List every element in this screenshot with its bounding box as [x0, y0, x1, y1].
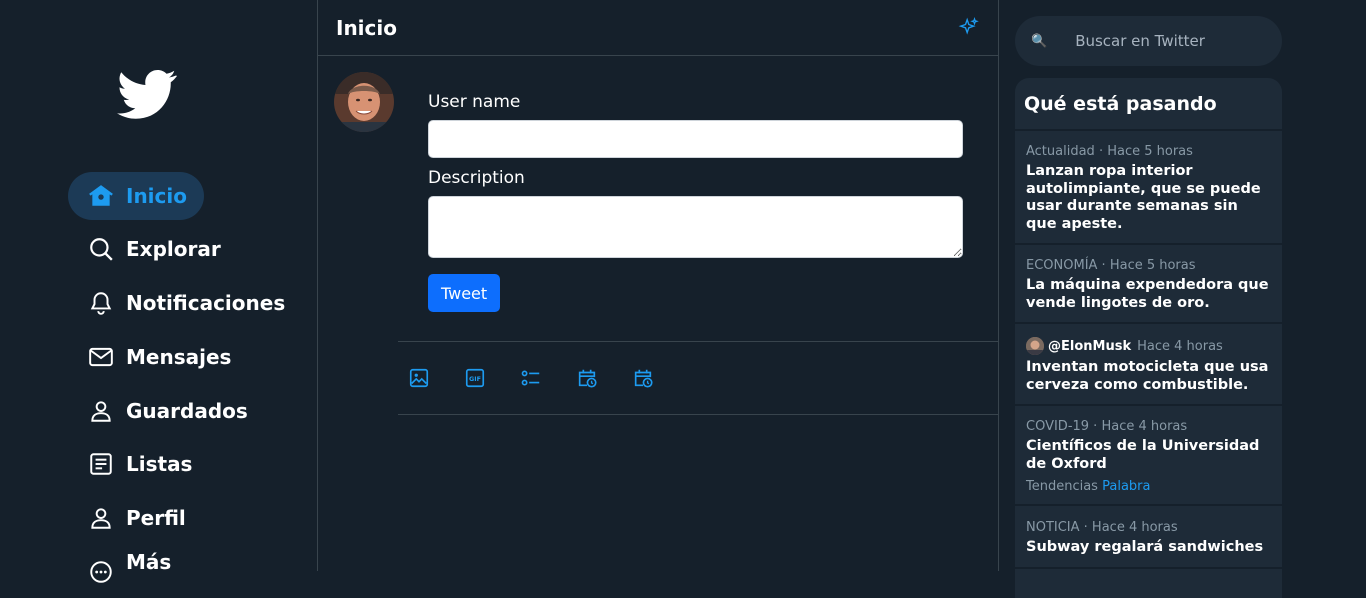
trend-meta: Hace 4 horas	[1137, 338, 1223, 354]
main-header: Inicio	[318, 0, 998, 56]
avatar[interactable]	[334, 72, 394, 132]
trend-meta: ECONOMÍA · Hace 5 horas	[1026, 258, 1196, 273]
svg-text:GIF: GIF	[469, 375, 481, 383]
sidebar-item-label: Notificaciones	[126, 291, 286, 315]
username-input[interactable]	[428, 120, 963, 158]
sidebar-item-listas[interactable]: Listas	[68, 440, 212, 488]
description-label: Description	[428, 168, 525, 188]
sidebar-item-label: Más	[126, 550, 172, 574]
sidebar-item-mas[interactable]: Más	[68, 548, 191, 596]
sidebar-item-label: Inicio	[126, 184, 187, 208]
sidebar-item-inicio[interactable]: Inicio	[68, 172, 204, 220]
search-input[interactable]	[1073, 31, 1268, 51]
list-icon	[88, 451, 114, 477]
trend-meta: Actualidad · Hace 5 horas	[1026, 144, 1193, 159]
person-icon	[88, 398, 114, 424]
sparkle-icon[interactable]	[958, 16, 980, 39]
sidebar-item-label: Listas	[126, 452, 193, 476]
trend-meta: COVID-19 · Hace 4 horas	[1026, 419, 1188, 434]
trend-title: Inventan motocicleta que usa cerveza com…	[1026, 359, 1269, 393]
trend-meta-row: @ElonMusk Hace 4 horas	[1026, 337, 1271, 355]
schedule-icon[interactable]	[576, 367, 598, 389]
trend-item[interactable]: @ElonMusk Hace 4 horas Inventan motocicl…	[1015, 324, 1282, 406]
trend-tag: Tendencias Palabra	[1026, 479, 1271, 494]
trend-item[interactable]: COVID-19 · Hace 4 horas Científicos de l…	[1015, 406, 1282, 506]
mail-icon	[88, 344, 114, 370]
trend-tag-link[interactable]: Palabra	[1102, 479, 1150, 494]
sidebar-item-label: Explorar	[126, 237, 221, 261]
main-column: Inicio User name Description Tweet GIF	[318, 0, 999, 571]
trend-title: Lanzan ropa interior autolimpiante, que …	[1026, 163, 1261, 232]
search-icon	[88, 236, 114, 262]
poll-icon[interactable]	[520, 367, 542, 389]
tweet-form: User name Description Tweet	[428, 92, 963, 312]
trends-title: Qué está pasando	[1015, 78, 1282, 131]
username-label: User name	[428, 92, 521, 112]
sidebar-item-label: Mensajes	[126, 345, 232, 369]
sidebar-item-perfil[interactable]: Perfil	[68, 494, 206, 542]
trend-item[interactable]: Actualidad · Hace 5 horas Lanzan ropa in…	[1015, 131, 1282, 245]
sidebar-item-label: Guardados	[126, 399, 248, 423]
page-title: Inicio	[336, 15, 397, 40]
bell-icon	[88, 290, 114, 316]
avatar	[1026, 337, 1044, 355]
gif-icon[interactable]: GIF	[464, 367, 486, 389]
sidebar-item-label: Perfil	[126, 506, 186, 530]
more-icon	[88, 559, 114, 585]
schedule-icon[interactable]	[632, 367, 654, 389]
trend-title: Subway regalará sandwiches	[1026, 539, 1264, 555]
trend-title: La máquina expendedora que vende lingote…	[1026, 277, 1269, 311]
tweet-button[interactable]: Tweet	[428, 274, 501, 312]
twitter-logo-icon[interactable]	[110, 64, 184, 124]
trend-item[interactable]: ECONOMÍA · Hace 5 horas La máquina expen…	[1015, 245, 1282, 324]
person-icon	[88, 505, 114, 531]
sidebar-item-guardados[interactable]: Guardados	[68, 387, 268, 435]
search-icon: 🔍	[1031, 33, 1048, 49]
home-icon	[88, 183, 114, 209]
sidebar-item-mensajes[interactable]: Mensajes	[68, 333, 251, 381]
trends-panel: Qué está pasando Actualidad · Hace 5 hor…	[1015, 78, 1282, 598]
description-textarea[interactable]	[428, 196, 963, 258]
trend-tag-prefix: Tendencias	[1026, 479, 1098, 494]
trend-title: Científicos de la Universidad de Oxford	[1026, 438, 1260, 472]
left-sidebar: Inicio Explorar Notificaciones Mensajes …	[0, 0, 318, 583]
compose-toolbar: GIF	[398, 341, 998, 415]
sidebar-item-explorar[interactable]: Explorar	[68, 225, 241, 273]
trend-item[interactable]: NOTICIA · Hace 4 horas Subway regalará s…	[1015, 506, 1282, 569]
trend-meta: NOTICIA · Hace 4 horas	[1026, 520, 1178, 535]
sidebar-item-notificaciones[interactable]: Notificaciones	[68, 279, 305, 327]
trend-handle: @ElonMusk	[1048, 338, 1132, 354]
image-icon[interactable]	[408, 367, 430, 389]
search-box[interactable]: 🔍	[1015, 16, 1282, 66]
